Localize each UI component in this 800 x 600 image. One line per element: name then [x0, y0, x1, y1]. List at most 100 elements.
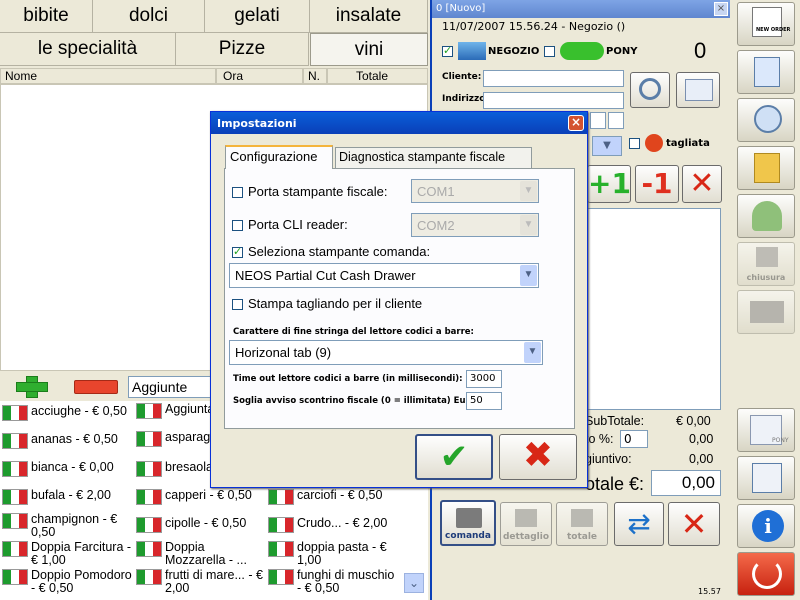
- printer-icon: [515, 509, 537, 527]
- customer-card-icon: [685, 79, 713, 101]
- category-insalate[interactable]: insalate: [310, 0, 428, 33]
- column-n[interactable]: N.: [303, 68, 327, 84]
- scroll-down-button[interactable]: ⌄: [404, 573, 424, 593]
- sconto-amount: 0,00: [689, 432, 714, 446]
- topping-item[interactable]: capperi - € 0,50: [136, 489, 266, 517]
- negozio-checkbox[interactable]: NEGOZIO: [442, 42, 539, 60]
- indirizzo-input[interactable]: [483, 92, 624, 109]
- tab-configurazione[interactable]: Configurazione: [225, 145, 333, 169]
- soglia-input[interactable]: 50: [466, 392, 502, 410]
- cliente-input[interactable]: [483, 70, 624, 87]
- plus-one-button[interactable]: +1: [587, 165, 631, 203]
- store-icon: [458, 42, 486, 60]
- topping-item[interactable]: Doppia Farcitura - € 1,00: [2, 541, 132, 569]
- order-close-button[interactable]: ×: [714, 2, 728, 16]
- category-specialita[interactable]: le specialità: [0, 33, 176, 66]
- italy-flag-icon: [268, 517, 294, 533]
- topping-item[interactable]: ananas - € 0,50: [2, 433, 132, 461]
- italy-flag-icon: [268, 489, 294, 505]
- x-icon: ✕: [680, 505, 708, 543]
- extra-field-2[interactable]: [608, 112, 624, 129]
- remove-topping-button[interactable]: [74, 380, 118, 394]
- delete-item-button[interactable]: ✕: [682, 165, 722, 203]
- column-totale[interactable]: Totale: [327, 68, 428, 84]
- porta-cli-checkbox[interactable]: Porta CLI reader:: [232, 217, 348, 232]
- comanda-button[interactable]: comanda: [440, 500, 496, 546]
- italy-flag-icon: [136, 431, 162, 447]
- italy-flag-icon: [136, 403, 162, 419]
- category-gelati[interactable]: gelati: [205, 0, 310, 33]
- refresh-icon: ⇄: [627, 507, 651, 540]
- subtotale-label: SubTotale:: [585, 414, 645, 428]
- italy-flag-icon: [2, 433, 28, 449]
- category-dolci[interactable]: dolci: [93, 0, 205, 33]
- category-bibite[interactable]: bibite: [0, 0, 93, 33]
- stampante-comanda-select[interactable]: NEOS Partial Cut Cash Drawer ▼: [229, 263, 539, 288]
- sconto-input[interactable]: 0: [620, 430, 648, 448]
- soglia-label: Soglia avviso scontrino fiscale (0 = ill…: [233, 396, 479, 406]
- timer-button[interactable]: [737, 98, 795, 142]
- printer-icon: [571, 509, 593, 527]
- stampa-tagliando-checkbox[interactable]: Stampa tagliando per il cliente: [232, 296, 422, 311]
- register-icon: [756, 247, 778, 267]
- customer-card-button[interactable]: [676, 72, 720, 108]
- tagliata-checkbox[interactable]: tagliata: [629, 134, 710, 152]
- search-customer-button[interactable]: [630, 72, 670, 108]
- pony-checkbox[interactable]: PONY: [544, 42, 637, 60]
- italy-flag-icon: [2, 513, 28, 529]
- pony-list-button[interactable]: PONY: [737, 408, 795, 452]
- category-vini[interactable]: vini: [310, 33, 428, 66]
- chevron-down-icon: ▼: [520, 181, 537, 201]
- column-ora[interactable]: Ora: [216, 68, 303, 84]
- topping-item[interactable]: frutti di mare... - € 2,00: [136, 569, 266, 597]
- chiusura-button[interactable]: chiusura: [737, 242, 795, 286]
- topping-item[interactable]: acciughe - € 0,50: [2, 405, 132, 433]
- tab-diagnostica[interactable]: Diagnostica stampante fiscale: [335, 147, 532, 168]
- carattere-select[interactable]: Horizonal tab (9) ▼: [229, 340, 543, 365]
- italy-flag-icon: [136, 461, 162, 477]
- italy-flag-icon: [2, 541, 28, 557]
- edit-document-icon: [754, 57, 780, 87]
- category-pizze[interactable]: Pizze: [176, 33, 309, 66]
- dialog-close-button[interactable]: ×: [568, 115, 584, 131]
- topping-item[interactable]: Doppia Mozzarella - ...: [136, 541, 266, 569]
- users-button[interactable]: [737, 194, 795, 238]
- power-icon: [752, 559, 782, 589]
- folder-button[interactable]: [737, 146, 795, 190]
- porta-fiscale-checkbox[interactable]: Porta stampante fiscale:: [232, 184, 387, 199]
- order-type-select-arrow[interactable]: ▼: [592, 136, 622, 156]
- topping-item[interactable]: doppia pasta - € 1,00: [268, 541, 398, 569]
- dettaglio-button[interactable]: dettaglio: [500, 502, 552, 546]
- power-button[interactable]: [737, 552, 795, 596]
- column-nome[interactable]: Nome: [0, 68, 216, 84]
- topping-item[interactable]: Doppio Pomodoro - € 0,50: [2, 569, 132, 597]
- porta-fiscale-select[interactable]: COM1 ▼: [411, 179, 539, 203]
- totale-print-button[interactable]: totale: [556, 502, 608, 546]
- timeout-input[interactable]: 3000: [466, 370, 502, 388]
- sconto-label: to %:: [585, 432, 614, 446]
- settings-button[interactable]: [737, 456, 795, 500]
- ok-button[interactable]: ✔: [415, 434, 493, 480]
- topping-item[interactable]: bianca - € 0,00: [2, 461, 132, 489]
- status-clock: 15.57: [698, 587, 721, 596]
- topping-item[interactable]: funghi di muschio - € 0,50: [268, 569, 398, 597]
- extra-field-1[interactable]: [590, 112, 606, 129]
- italy-flag-icon: [2, 569, 28, 585]
- cancel-button[interactable]: ✖: [499, 434, 577, 480]
- minus-one-button[interactable]: -1: [635, 165, 679, 203]
- topping-item[interactable]: carciofi - € 0,50: [268, 489, 398, 517]
- italy-flag-icon: [136, 489, 162, 505]
- add-topping-button[interactable]: [12, 376, 56, 398]
- porta-cli-select[interactable]: COM2 ▼: [411, 213, 539, 237]
- cash-drawer-button[interactable]: [737, 290, 795, 334]
- order-items-list[interactable]: [587, 208, 721, 410]
- topping-item[interactable]: champignon - € 0,50: [2, 513, 132, 541]
- aggiunte-select[interactable]: Aggiunte: [128, 376, 212, 398]
- info-button[interactable]: i: [737, 504, 795, 548]
- refresh-button[interactable]: ⇄: [614, 502, 664, 546]
- totale-label: otale €:: [585, 474, 645, 494]
- seleziona-stampante-checkbox[interactable]: Seleziona stampante comanda:: [232, 244, 430, 259]
- edit-document-button[interactable]: [737, 50, 795, 94]
- new-order-button[interactable]: NEW ORDER: [737, 2, 795, 46]
- cancel-order-button[interactable]: ✕: [668, 502, 720, 546]
